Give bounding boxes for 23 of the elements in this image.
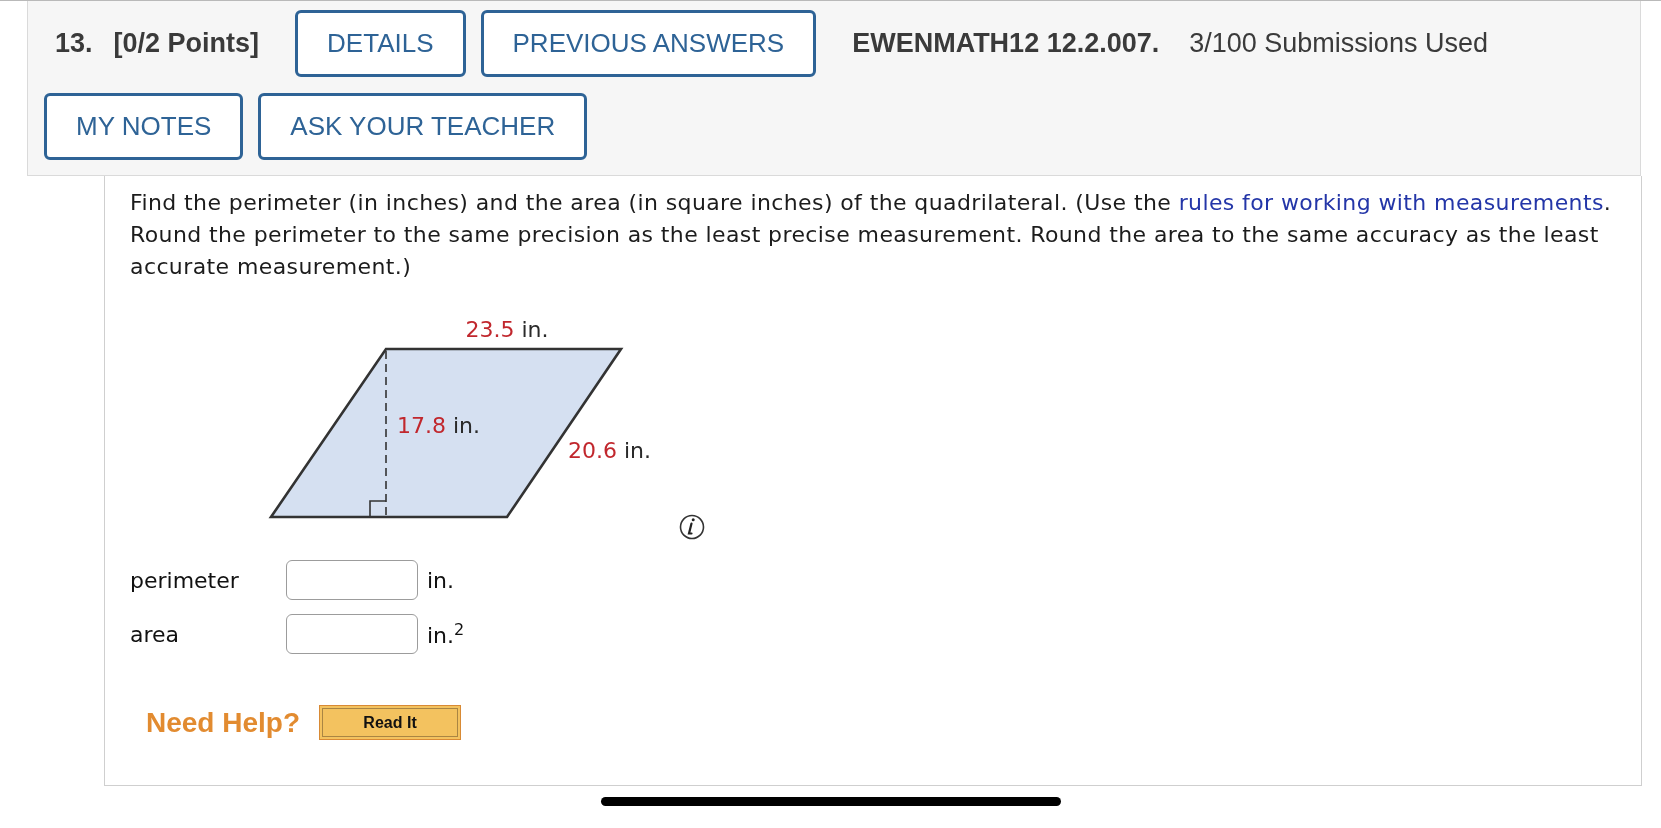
dimension-label: 17.8 in. [397,413,481,438]
need-help-label: Need Help? [146,706,301,739]
details-button[interactable]: DETAILS [295,10,466,77]
right-angle-icon [369,500,387,517]
answer-field[interactable] [286,614,418,654]
unit-label: in.$^{2}$ [427,619,465,649]
question-text: Find the perimeter (in inches) and the area (in square inches) of the quadrilateral. (Use the rules for working with measurements. Round the perimeter to the same precision as the least precise measurement. Round the area to the same accuracy as the least accurate measurement.) [130,189,1613,281]
previous-answers-button[interactable]: PREVIOUS ANSWERS [480,10,817,77]
read-it-button[interactable]: Read It [319,705,462,740]
rules-link[interactable]: rules for working with measurements [1178,190,1604,215]
points-label: [0/2 Points] [113,28,260,59]
unit-label: in. [427,567,455,593]
answer-field[interactable] [286,560,418,600]
question-number: 13. [55,28,93,59]
answer-label: perimeter [130,567,240,593]
question-code: EWENMATH12 12.2.007. [852,28,1160,59]
ask-teacher-button[interactable]: ASK YOUR TEACHER [258,93,588,160]
dimension-label: 20.6 in. [568,438,652,463]
notes-button[interactable]: MY NOTES [44,93,244,160]
dimension-label: 23.5 in. [465,317,549,342]
answer-label: area [130,621,181,647]
submissions-count: 3/100 Submissions Used [1189,28,1488,59]
info-icon[interactable] [679,514,705,540]
